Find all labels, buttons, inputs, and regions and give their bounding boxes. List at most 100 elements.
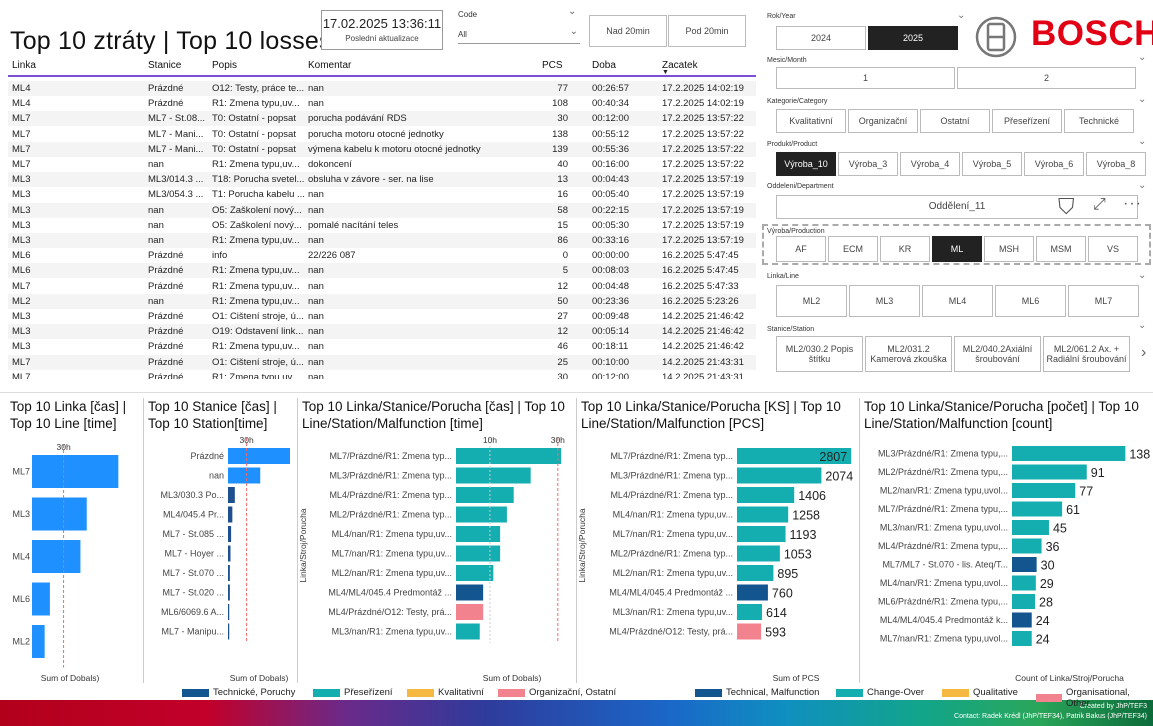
chart5-category-label: ML4/nan/R1: Zmena typu,uvol...	[880, 578, 1008, 588]
chart3-category-label: ML3/Prázdné/R1: Zmena typ...	[329, 471, 452, 481]
chart5-bar[interactable]	[1012, 501, 1063, 517]
chart4-bar[interactable]	[737, 506, 789, 523]
chart1-category-label: ML6	[12, 594, 30, 604]
chart2-category-label: ML7 - St.085 ...	[162, 529, 224, 539]
chart2-category-label: Prázdné	[190, 451, 224, 461]
chart2-x-axis-title: Sum of Dobals)	[230, 673, 289, 683]
chart4-value-label: 614	[766, 606, 787, 620]
chart1-bar[interactable]	[32, 497, 87, 531]
chart4-x-axis-title: Sum of PCS	[773, 673, 820, 683]
chart2-bar[interactable]	[228, 565, 230, 581]
chart3-category-label: ML2/Prázdné/R1: Zmena typ...	[329, 510, 452, 520]
chart4-category-label: ML4/Prázdné/O12: Testy, prá...	[609, 627, 733, 637]
chart5-category-label: ML3/Prázdné/R1: Zmena typu,...	[878, 449, 1008, 459]
legend-item[interactable]: Technické, Poruchy	[182, 687, 295, 698]
chart1-bar[interactable]	[32, 625, 45, 658]
chart5-x-axis-title: Count of Linka/Stroj/Porucha	[1015, 673, 1124, 683]
chart2-bar[interactable]	[228, 506, 233, 523]
chart1-category-label: ML7	[12, 467, 30, 477]
chart2-bar[interactable]	[228, 584, 230, 601]
legend-label: Technické, Poruchy	[213, 687, 296, 698]
chart2-bar[interactable]	[228, 545, 231, 562]
chart4-bar[interactable]	[737, 565, 774, 581]
chart2-reference-label: 30h	[240, 435, 254, 445]
chart5-bar[interactable]	[1012, 612, 1032, 628]
legend-swatch	[313, 688, 340, 697]
chart3-bar[interactable]	[456, 448, 562, 464]
chart3-category-label: ML4/nan/R1: Zmena typu,uv...	[332, 529, 452, 539]
legend-label: Přeseřízení	[344, 687, 393, 698]
chart5-category-label: ML7/ML7 - St.070 - lis. Ateq/T...	[882, 560, 1008, 570]
chart2-category-label: ML7 - Hoyer ...	[164, 549, 224, 559]
chart3-bar[interactable]	[456, 565, 494, 581]
chart2-category-label: ML3/030.3 Po...	[160, 490, 224, 500]
legend-item[interactable]: Organizační, Ostatní	[498, 687, 616, 698]
legend-item[interactable]: Qualitative	[942, 687, 1018, 698]
chart3-category-label: ML4/Prázdné/R1: Zmena typ...	[329, 490, 452, 500]
chart2-category-label: ML4/045.4 Pr...	[163, 510, 224, 520]
chart2-bar[interactable]	[228, 448, 290, 464]
chart1-bar[interactable]	[32, 540, 81, 573]
chart5-bar[interactable]	[1012, 631, 1032, 646]
charts-layer: ML7 ML3 ML4 ML6 ML2 30h Sum of Dobals) Prázdné n…	[12, 435, 1150, 683]
chart5-value-label: 24	[1036, 633, 1050, 647]
chart4-bar[interactable]	[737, 526, 786, 542]
chart5-value-label: 30	[1041, 559, 1055, 573]
chart5-bar[interactable]	[1012, 483, 1076, 498]
chart5-bar[interactable]	[1012, 594, 1035, 609]
legend-label: Kvalitativní	[438, 687, 484, 698]
chart3-bar[interactable]	[456, 604, 484, 620]
chart2-category-label: ML6/6069.6 A...	[161, 607, 224, 617]
chart5-category-label: ML7/Prázdné/R1: Zmena typu,...	[878, 504, 1008, 514]
chart3-category-label: ML4/Prázdné/O12: Testy, prá...	[328, 607, 452, 617]
chart3-tick-label: 10h	[483, 435, 497, 445]
chart4-value-label: 593	[765, 626, 786, 640]
chart5-bar[interactable]	[1012, 464, 1087, 480]
chart5-category-label: ML4/Prázdné/R1: Zmena typu,...	[878, 541, 1008, 551]
chart2-bar[interactable]	[228, 526, 232, 542]
legend-item[interactable]: Change-Over	[836, 687, 924, 698]
chart5-bar[interactable]	[1012, 446, 1126, 461]
chart5-value-label: 91	[1091, 466, 1105, 480]
chart3-bar[interactable]	[456, 584, 484, 601]
chart4-bar[interactable]	[737, 623, 762, 640]
legend-swatch	[695, 688, 722, 697]
chart3-bar[interactable]	[456, 467, 531, 484]
chart2-bar[interactable]	[228, 467, 261, 484]
chart2-bar[interactable]	[228, 604, 230, 620]
chart1-bar[interactable]	[32, 582, 50, 616]
chart3-bar[interactable]	[456, 623, 480, 640]
chart2-bar[interactable]	[228, 487, 235, 503]
chart1-x-axis-title: Sum of Dobals)	[41, 673, 100, 683]
chart2-bar[interactable]	[228, 623, 230, 640]
legend-label: Organizační, Ostatní	[529, 687, 617, 698]
dashboard: Top 10 ztráty | Top 10 losses 17.02.2025…	[0, 0, 1153, 726]
chart4-y-axis-title: Linka/Stroj/Porucha	[577, 508, 587, 582]
legend-label: Organisational, Other	[1066, 687, 1130, 709]
chart4-category-label: ML7/Prázdné/R1: Zmena typ...	[610, 451, 733, 461]
chart3-bar[interactable]	[456, 487, 514, 503]
chart4-bar[interactable]	[737, 487, 795, 503]
chart5-value-label: 45	[1053, 522, 1067, 536]
chart1-bar[interactable]	[32, 455, 119, 488]
legend-item[interactable]: Přeseřízení	[313, 687, 393, 698]
chart4-bar[interactable]	[737, 604, 762, 620]
chart3-reference-label: 30h	[551, 435, 565, 445]
chart5-bar[interactable]	[1012, 520, 1049, 535]
chart3-bar[interactable]	[456, 526, 501, 542]
legend-item[interactable]: Kvalitativní	[407, 687, 484, 698]
chart4-bar[interactable]	[737, 467, 822, 484]
chart5-bar[interactable]	[1012, 575, 1036, 591]
chart5-bar[interactable]	[1012, 557, 1037, 572]
legend-item[interactable]: Technical, Malfunction	[695, 687, 819, 698]
chart5-category-label: ML6/Prázdné/R1: Zmena typu,...	[878, 597, 1008, 607]
chart5-bar[interactable]	[1012, 538, 1042, 554]
chart4-bar[interactable]	[737, 545, 780, 562]
chart3-bar[interactable]	[456, 506, 507, 523]
chart4-bar[interactable]	[737, 584, 768, 601]
legend-item[interactable]: Organisational, Other	[1036, 687, 1153, 709]
chart4-category-label: ML4/nan/R1: Zmena typu,uv...	[613, 510, 733, 520]
chart4-category-label: ML3/Prázdné/R1: Zmena typ...	[610, 471, 733, 481]
chart3-bar[interactable]	[456, 545, 501, 562]
legend-swatch	[407, 688, 434, 697]
